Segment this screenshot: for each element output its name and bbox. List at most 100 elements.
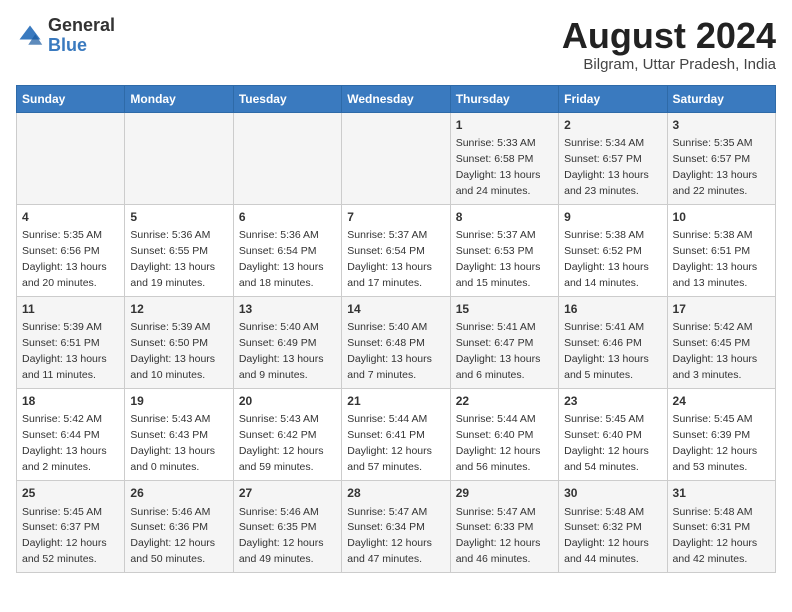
day-cell: 26 Sunrise: 5:46 AM Sunset: 6:36 PM Dayli… <box>125 481 233 573</box>
week-row-1: 1 Sunrise: 5:33 AM Sunset: 6:58 PM Daylig… <box>17 112 776 204</box>
day-cell: 22 Sunrise: 5:44 AM Sunset: 6:40 PM Dayli… <box>450 389 558 481</box>
day-cell: 10Sunrise: 5:38 AM Sunset: 6:51 PM Dayli… <box>667 204 775 296</box>
day-number: 19 <box>130 393 227 410</box>
day-number: 25 <box>22 485 119 502</box>
day-info: Sunrise: 5:47 AM Sunset: 6:33 PM Dayligh… <box>456 506 541 566</box>
day-number: 3 <box>673 117 770 134</box>
week-row-2: 4 Sunrise: 5:35 AM Sunset: 6:56 PM Daylig… <box>17 204 776 296</box>
header-row: SundayMondayTuesdayWednesdayThursdayFrid… <box>17 85 776 112</box>
day-cell <box>125 112 233 204</box>
title-area: August 2024 Bilgram, Uttar Pradesh, Indi… <box>562 16 776 73</box>
day-number: 28 <box>347 485 444 502</box>
day-cell: 24 Sunrise: 5:45 AM Sunset: 6:39 PM Dayli… <box>667 389 775 481</box>
header-cell-monday: Monday <box>125 85 233 112</box>
day-info: Sunrise: 5:44 AM Sunset: 6:41 PM Dayligh… <box>347 413 432 473</box>
day-info: Sunrise: 5:35 AM Sunset: 6:57 PM Dayligh… <box>673 137 758 197</box>
day-info: Sunrise: 5:45 AM Sunset: 6:39 PM Dayligh… <box>673 413 758 473</box>
day-number: 24 <box>673 393 770 410</box>
header: General Blue August 2024 Bilgram, Uttar … <box>16 16 776 73</box>
day-number: 29 <box>456 485 553 502</box>
day-cell: 11Sunrise: 5:39 AM Sunset: 6:51 PM Dayli… <box>17 296 125 388</box>
day-info: Sunrise: 5:38 AM Sunset: 6:51 PM Dayligh… <box>673 229 758 289</box>
header-cell-friday: Friday <box>559 85 667 112</box>
day-number: 20 <box>239 393 336 410</box>
day-number: 5 <box>130 209 227 226</box>
day-cell: 12 Sunrise: 5:39 AM Sunset: 6:50 PM Dayli… <box>125 296 233 388</box>
month-title: August 2024 <box>562 16 776 56</box>
day-info: Sunrise: 5:34 AM Sunset: 6:57 PM Dayligh… <box>564 137 649 197</box>
day-info: Sunrise: 5:41 AM Sunset: 6:47 PM Dayligh… <box>456 321 541 381</box>
logo-general-text: General <box>48 15 115 35</box>
day-cell: 5 Sunrise: 5:36 AM Sunset: 6:55 PM Daylig… <box>125 204 233 296</box>
day-number: 22 <box>456 393 553 410</box>
day-cell: 1 Sunrise: 5:33 AM Sunset: 6:58 PM Daylig… <box>450 112 558 204</box>
day-number: 17 <box>673 301 770 318</box>
header-cell-thursday: Thursday <box>450 85 558 112</box>
day-cell: 31Sunrise: 5:48 AM Sunset: 6:31 PM Dayli… <box>667 481 775 573</box>
day-cell: 16 Sunrise: 5:41 AM Sunset: 6:46 PM Dayli… <box>559 296 667 388</box>
day-cell: 19Sunrise: 5:43 AM Sunset: 6:43 PM Dayli… <box>125 389 233 481</box>
day-cell: 6Sunrise: 5:36 AM Sunset: 6:54 PM Daylig… <box>233 204 341 296</box>
day-number: 8 <box>456 209 553 226</box>
day-info: Sunrise: 5:39 AM Sunset: 6:51 PM Dayligh… <box>22 321 107 381</box>
day-cell: 7 Sunrise: 5:37 AM Sunset: 6:54 PM Daylig… <box>342 204 450 296</box>
day-number: 21 <box>347 393 444 410</box>
day-number: 16 <box>564 301 661 318</box>
day-cell: 23 Sunrise: 5:45 AM Sunset: 6:40 PM Dayli… <box>559 389 667 481</box>
day-info: Sunrise: 5:43 AM Sunset: 6:42 PM Dayligh… <box>239 413 324 473</box>
week-row-3: 11Sunrise: 5:39 AM Sunset: 6:51 PM Dayli… <box>17 296 776 388</box>
day-info: Sunrise: 5:39 AM Sunset: 6:50 PM Dayligh… <box>130 321 215 381</box>
day-number: 27 <box>239 485 336 502</box>
day-number: 1 <box>456 117 553 134</box>
day-info: Sunrise: 5:48 AM Sunset: 6:32 PM Dayligh… <box>564 506 649 566</box>
day-info: Sunrise: 5:37 AM Sunset: 6:54 PM Dayligh… <box>347 229 432 289</box>
day-number: 12 <box>130 301 227 318</box>
day-cell: 4 Sunrise: 5:35 AM Sunset: 6:56 PM Daylig… <box>17 204 125 296</box>
day-cell: 18Sunrise: 5:42 AM Sunset: 6:44 PM Dayli… <box>17 389 125 481</box>
day-number: 14 <box>347 301 444 318</box>
day-info: Sunrise: 5:33 AM Sunset: 6:58 PM Dayligh… <box>456 137 541 197</box>
header-cell-wednesday: Wednesday <box>342 85 450 112</box>
day-number: 7 <box>347 209 444 226</box>
day-cell <box>17 112 125 204</box>
day-cell: 27 Sunrise: 5:46 AM Sunset: 6:35 PM Dayli… <box>233 481 341 573</box>
day-info: Sunrise: 5:36 AM Sunset: 6:54 PM Dayligh… <box>239 229 324 289</box>
day-info: Sunrise: 5:48 AM Sunset: 6:31 PM Dayligh… <box>673 506 758 566</box>
week-row-5: 25 Sunrise: 5:45 AM Sunset: 6:37 PM Dayli… <box>17 481 776 573</box>
day-cell: 20 Sunrise: 5:43 AM Sunset: 6:42 PM Dayli… <box>233 389 341 481</box>
day-info: Sunrise: 5:42 AM Sunset: 6:45 PM Dayligh… <box>673 321 758 381</box>
day-info: Sunrise: 5:36 AM Sunset: 6:55 PM Dayligh… <box>130 229 215 289</box>
day-info: Sunrise: 5:35 AM Sunset: 6:56 PM Dayligh… <box>22 229 107 289</box>
day-number: 13 <box>239 301 336 318</box>
day-cell: 25 Sunrise: 5:45 AM Sunset: 6:37 PM Dayli… <box>17 481 125 573</box>
day-info: Sunrise: 5:41 AM Sunset: 6:46 PM Dayligh… <box>564 321 649 381</box>
day-cell: 28Sunrise: 5:47 AM Sunset: 6:34 PM Dayli… <box>342 481 450 573</box>
day-cell: 8Sunrise: 5:37 AM Sunset: 6:53 PM Daylig… <box>450 204 558 296</box>
day-info: Sunrise: 5:45 AM Sunset: 6:40 PM Dayligh… <box>564 413 649 473</box>
day-info: Sunrise: 5:42 AM Sunset: 6:44 PM Dayligh… <box>22 413 107 473</box>
day-cell: 3 Sunrise: 5:35 AM Sunset: 6:57 PM Daylig… <box>667 112 775 204</box>
day-number: 26 <box>130 485 227 502</box>
day-number: 23 <box>564 393 661 410</box>
day-number: 4 <box>22 209 119 226</box>
subtitle: Bilgram, Uttar Pradesh, India <box>562 56 776 73</box>
calendar-table: SundayMondayTuesdayWednesdayThursdayFrid… <box>16 85 776 574</box>
day-cell: 17 Sunrise: 5:42 AM Sunset: 6:45 PM Dayli… <box>667 296 775 388</box>
day-cell: 30Sunrise: 5:48 AM Sunset: 6:32 PM Dayli… <box>559 481 667 573</box>
day-info: Sunrise: 5:44 AM Sunset: 6:40 PM Dayligh… <box>456 413 541 473</box>
day-info: Sunrise: 5:40 AM Sunset: 6:48 PM Dayligh… <box>347 321 432 381</box>
day-cell: 13Sunrise: 5:40 AM Sunset: 6:49 PM Dayli… <box>233 296 341 388</box>
day-info: Sunrise: 5:46 AM Sunset: 6:36 PM Dayligh… <box>130 506 215 566</box>
day-cell <box>233 112 341 204</box>
day-number: 2 <box>564 117 661 134</box>
header-cell-tuesday: Tuesday <box>233 85 341 112</box>
day-info: Sunrise: 5:45 AM Sunset: 6:37 PM Dayligh… <box>22 506 107 566</box>
week-row-4: 18Sunrise: 5:42 AM Sunset: 6:44 PM Dayli… <box>17 389 776 481</box>
day-cell: 15Sunrise: 5:41 AM Sunset: 6:47 PM Dayli… <box>450 296 558 388</box>
day-cell: 2 Sunrise: 5:34 AM Sunset: 6:57 PM Daylig… <box>559 112 667 204</box>
day-info: Sunrise: 5:46 AM Sunset: 6:35 PM Dayligh… <box>239 506 324 566</box>
day-cell: 29 Sunrise: 5:47 AM Sunset: 6:33 PM Dayli… <box>450 481 558 573</box>
day-cell <box>342 112 450 204</box>
logo-icon <box>16 22 44 50</box>
day-info: Sunrise: 5:38 AM Sunset: 6:52 PM Dayligh… <box>564 229 649 289</box>
